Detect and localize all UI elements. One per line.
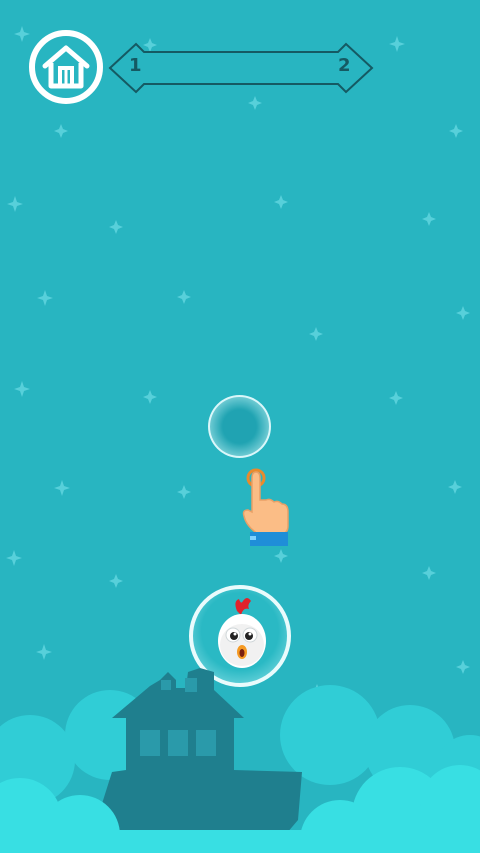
house-icon	[42, 45, 90, 89]
star	[389, 391, 403, 405]
star	[37, 290, 53, 306]
star	[456, 306, 470, 320]
star	[448, 480, 462, 494]
star	[14, 26, 30, 42]
home-button[interactable]	[29, 30, 103, 104]
next-level-label: 2	[338, 55, 351, 76]
star	[109, 220, 123, 234]
star	[54, 124, 68, 138]
star	[389, 36, 405, 52]
tap-hand-icon	[242, 468, 289, 546]
star	[449, 124, 463, 138]
current-level-label: 1	[129, 55, 142, 76]
game-stage[interactable]: 1 2	[0, 0, 480, 853]
star	[309, 327, 323, 341]
star	[422, 566, 436, 580]
star	[109, 574, 123, 588]
star	[14, 381, 30, 397]
star	[177, 290, 191, 304]
level-progress-bar	[108, 42, 374, 94]
star	[6, 550, 22, 566]
star	[7, 196, 23, 212]
clouds-and-house-scenery	[0, 668, 480, 853]
star	[274, 195, 288, 209]
target-bubble[interactable]	[208, 395, 271, 458]
star	[248, 96, 262, 110]
star	[274, 549, 288, 563]
star	[422, 212, 436, 226]
star	[143, 390, 157, 404]
star	[54, 480, 70, 496]
star	[177, 485, 191, 499]
